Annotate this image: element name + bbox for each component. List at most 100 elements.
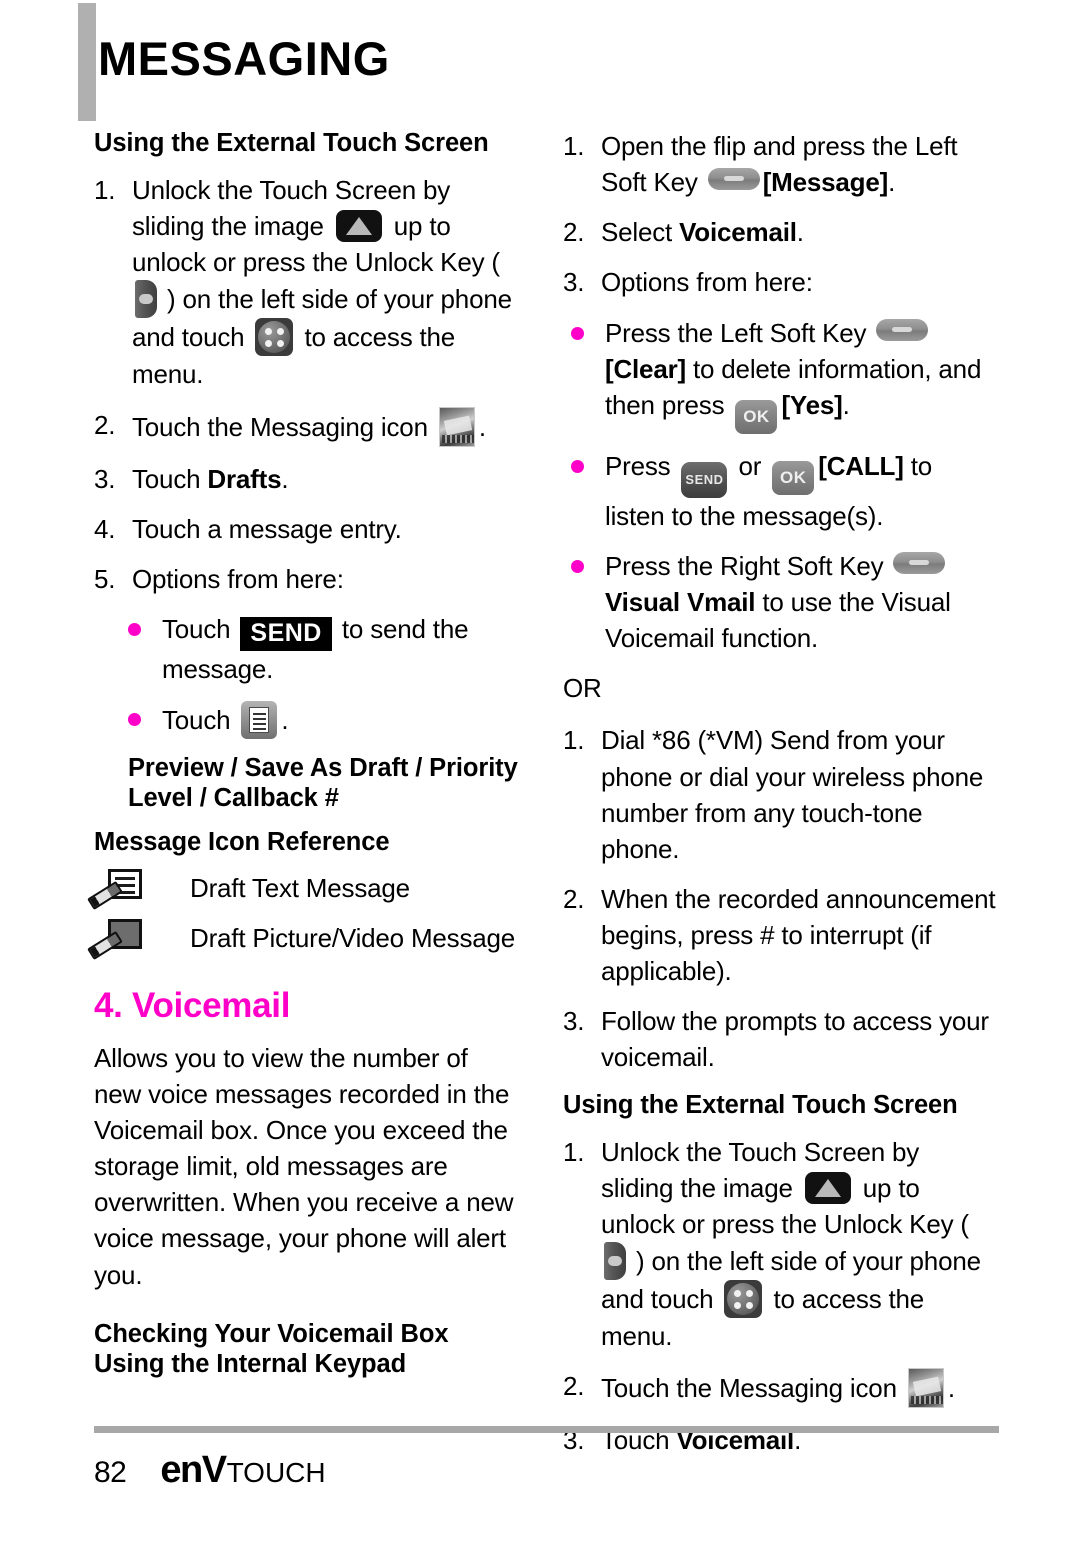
messaging-icon	[907, 1368, 944, 1409]
bullet-dot-icon	[128, 713, 141, 727]
step-number: 5.	[94, 563, 116, 594]
list-item: Press the Right Soft Key Visual Vmail to…	[563, 548, 997, 656]
bullet-text-b: .	[281, 705, 289, 736]
ref-label: Draft Text Message	[190, 873, 410, 904]
bullet-emphasis: [CALL]	[818, 450, 904, 481]
page-header: MESSAGING	[0, 0, 1080, 121]
bullet-text-a: Touch	[162, 613, 238, 644]
list-item: 4. Touch a message entry.	[94, 511, 518, 547]
left-step-list: 1. Unlock the Touch Screen by sliding the…	[94, 172, 518, 597]
send-tag: SEND	[240, 616, 332, 651]
voicemail-description: Allows you to view the number of new voi…	[94, 1042, 514, 1290]
list-item: 1. Dial *86 (*VM) Send from your phone or…	[563, 722, 997, 867]
right-soft-key-icon	[893, 551, 946, 574]
step-number: 2.	[563, 1371, 585, 1402]
right-or-step-list: 1. Dial *86 (*VM) Send from your phone or…	[563, 722, 997, 1075]
step-text-a: Select	[601, 217, 680, 248]
manual-page: MESSAGING Using the External Touch Scree…	[0, 0, 1080, 1552]
bullet-text-c: .	[842, 389, 850, 420]
bullet-dot-icon	[128, 622, 141, 636]
unlock-key-icon	[604, 1241, 626, 1280]
step-number: 1.	[563, 1136, 585, 1167]
step-text-a: Options from here:	[132, 563, 344, 594]
list-item: 5. Options from here:	[94, 561, 518, 597]
draft-text-message-icon	[87, 867, 144, 911]
bullet-dot-icon	[571, 459, 584, 473]
list-item: 3. Options from here:	[563, 264, 997, 300]
step-text-a: Touch	[132, 463, 208, 494]
step-text: Dial *86 (*VM) Send from your phone or d…	[601, 725, 984, 864]
left-section-heading: Using the External Touch Screen	[94, 129, 489, 157]
list-item: 2. Touch the Messaging icon .	[563, 1368, 997, 1409]
step-number: 2.	[563, 217, 585, 248]
step-number: 3.	[563, 267, 585, 298]
or-label: OR	[563, 673, 602, 704]
slide-to-unlock-icon	[335, 210, 382, 243]
step-text-b: .	[796, 217, 804, 248]
voicemail-section-heading: 4. Voicemail	[94, 986, 291, 1026]
bullet-emphasis-1: [Clear]	[605, 353, 686, 384]
unlock-key-icon	[135, 280, 157, 319]
brand-touch-text: TOUCH	[226, 1457, 326, 1488]
list-item: 1. Open the flip and press the Left Soft …	[563, 128, 997, 200]
list-item: 2. Touch the Messaging icon .	[94, 406, 518, 447]
page-footer: 82 enV TOUCH	[94, 1426, 999, 1492]
list-item: 3. Follow the prompts to access your voic…	[563, 1003, 997, 1075]
menu-4dot-icon	[255, 318, 294, 357]
list-item: Press the Left Soft Key [Clear] to delet…	[563, 315, 997, 434]
step-emphasis: [Message]	[762, 167, 889, 198]
list-item: 3. Touch Drafts.	[94, 461, 518, 497]
bullet-text-a: Press the Right Soft Key	[605, 550, 891, 581]
bullet-text-a: Press the Left Soft Key	[605, 317, 874, 348]
list-item: Touch SEND to send the message.	[94, 611, 518, 687]
step-emphasis: Voicemail	[679, 217, 797, 248]
step-number: 2.	[563, 883, 585, 914]
step-text-b: .	[888, 167, 896, 198]
step-number: 1.	[563, 725, 585, 756]
list-item: 2. When the recorded announcement begins,…	[563, 881, 997, 989]
left-soft-key-icon	[707, 168, 760, 191]
step-number: 4.	[94, 513, 116, 544]
step-text: When the recorded announcement begins, p…	[601, 883, 996, 987]
ref-label: Draft Picture/Video Message	[190, 923, 516, 954]
step-number: 3.	[94, 463, 116, 494]
list-item: Press SEND or OK [CALL] to listen to the …	[563, 448, 997, 534]
step-number: 1.	[563, 131, 585, 161]
step-text-b: .	[478, 411, 486, 442]
menu-4dot-icon	[724, 1279, 763, 1318]
step-text: Follow the prompts to access your voicem…	[601, 1006, 989, 1073]
step-number: 2.	[94, 409, 116, 440]
right-bullet-list: Press the Left Soft Key [Clear] to delet…	[563, 315, 997, 657]
right-section-heading: Using the External Touch Screen	[563, 1090, 958, 1119]
list-item: Touch .	[94, 701, 518, 740]
step-text-a: Touch the Messaging icon	[132, 411, 435, 442]
ok-key-icon: OK	[735, 399, 778, 434]
step-number: 1.	[94, 175, 116, 206]
table-row: Draft Picture/Video Message	[87, 917, 518, 961]
bullet-text-a: Touch	[162, 705, 238, 736]
list-item: 1. Unlock the Touch Screen by sliding the…	[563, 1134, 997, 1355]
options-list-icon	[241, 701, 278, 740]
brand-env-text: enV	[160, 1449, 227, 1491]
checking-voicemail-heading-line2: Using the Internal Keypad	[94, 1349, 407, 1378]
right-top-step-list: 1. Open the flip and press the Left Soft …	[563, 128, 997, 301]
list-item: 1. Unlock the Touch Screen by sliding the…	[94, 172, 518, 393]
send-key-icon: SEND	[681, 461, 728, 498]
left-column: Using the External Touch Screen 1. Unlock…	[87, 128, 518, 1393]
bullet-dot-icon	[571, 559, 584, 573]
step-number: 3.	[563, 1006, 585, 1037]
step-text-b: .	[281, 463, 289, 494]
right-bottom-step-list: 1. Unlock the Touch Screen by sliding the…	[563, 1134, 997, 1459]
checking-voicemail-heading-line1: Checking Your Voicemail Box	[94, 1319, 449, 1348]
page-title: MESSAGING	[98, 32, 390, 85]
list-item: 2. Select Voicemail.	[563, 214, 997, 250]
bullet-dot-icon	[571, 326, 584, 340]
draft-picture-video-message-icon	[87, 917, 144, 961]
slide-to-unlock-icon	[804, 1171, 851, 1204]
bullet-text-a: Press	[605, 450, 678, 481]
left-bullet-list: Touch SEND to send the message. Touch .	[94, 611, 518, 740]
ref-icon-cell	[87, 917, 190, 961]
step-text-b: .	[947, 1373, 955, 1404]
bullet-emphasis: Visual Vmail	[605, 587, 756, 617]
footer-divider	[94, 1426, 999, 1433]
